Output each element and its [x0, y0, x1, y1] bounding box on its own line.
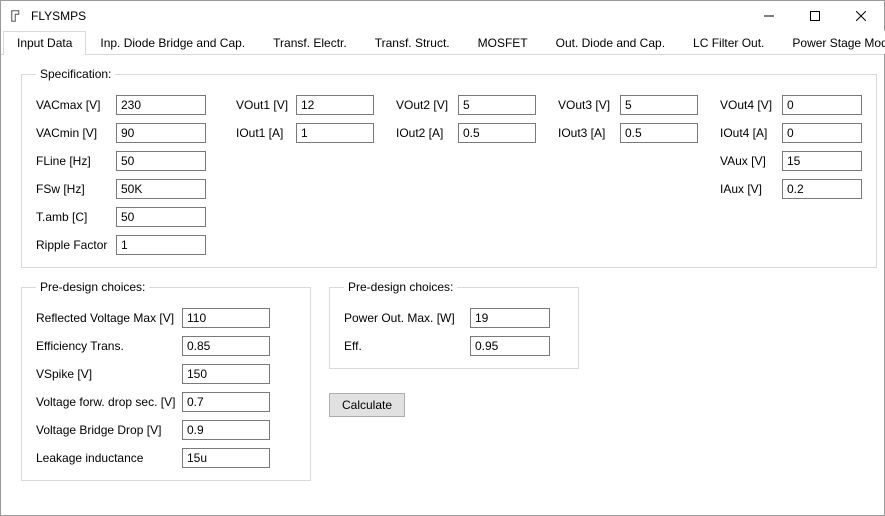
- tamb-input[interactable]: [116, 207, 206, 227]
- fline-input[interactable]: [116, 151, 206, 171]
- tab-diode-bridge[interactable]: Inp. Diode Bridge and Cap.: [86, 31, 259, 54]
- eff-trans-input[interactable]: [182, 336, 270, 356]
- pout-input[interactable]: [470, 308, 550, 328]
- vout1-label: VOut1 [V]: [236, 98, 290, 112]
- iout3-label: IOut3 [A]: [558, 126, 614, 140]
- leak-input[interactable]: [182, 448, 270, 468]
- app-window: FLYSMPS Input Data Inp. Diode Bridge and…: [0, 0, 885, 516]
- vaux-label: VAux [V]: [720, 154, 776, 168]
- iout1-input[interactable]: [296, 123, 374, 143]
- vbridge-input[interactable]: [182, 420, 270, 440]
- tab-content: Specification: VACmax [V] VOut1 [V] VOut…: [1, 55, 884, 515]
- tab-transf-struct[interactable]: Transf. Struct.: [361, 31, 464, 54]
- vaux-input[interactable]: [782, 151, 862, 171]
- fline-label: FLine [Hz]: [36, 154, 110, 168]
- vacmin-label: VACmin [V]: [36, 126, 110, 140]
- vout1-input[interactable]: [296, 95, 374, 115]
- vout3-input[interactable]: [620, 95, 698, 115]
- iout2-label: IOut2 [A]: [396, 126, 452, 140]
- vacmax-label: VACmax [V]: [36, 98, 110, 112]
- app-icon: [9, 8, 25, 24]
- predesign2-legend: Pre-design choices:: [344, 280, 457, 294]
- vfsec-input[interactable]: [182, 392, 270, 412]
- vfsec-label: Voltage forw. drop sec. [V]: [36, 395, 176, 409]
- vout4-input[interactable]: [782, 95, 862, 115]
- calculate-button[interactable]: Calculate: [329, 393, 405, 417]
- vacmin-input[interactable]: [116, 123, 206, 143]
- window-controls: [746, 1, 884, 31]
- vout3-label: VOut3 [V]: [558, 98, 614, 112]
- tab-input-data[interactable]: Input Data: [3, 31, 86, 54]
- fsw-input[interactable]: [116, 179, 206, 199]
- ripple-label: Ripple Factor: [36, 238, 110, 252]
- titlebar: FLYSMPS: [1, 1, 884, 31]
- predesign-group-2: Pre-design choices: Power Out. Max. [W] …: [329, 280, 579, 369]
- tab-transf-electr[interactable]: Transf. Electr.: [259, 31, 361, 54]
- vout2-input[interactable]: [458, 95, 536, 115]
- specification-legend: Specification:: [36, 67, 115, 81]
- minimize-button[interactable]: [746, 1, 792, 31]
- tamb-label: T.amb [C]: [36, 210, 110, 224]
- vout2-label: VOut2 [V]: [396, 98, 452, 112]
- vbridge-label: Voltage Bridge Drop [V]: [36, 423, 176, 437]
- tab-lc-filter[interactable]: LC Filter Out.: [679, 31, 778, 54]
- reflv-label: Reflected Voltage Max [V]: [36, 311, 176, 325]
- vspike-label: VSpike [V]: [36, 367, 176, 381]
- predesign-group-1: Pre-design choices: Reflected Voltage Ma…: [21, 280, 311, 481]
- tab-out-diode[interactable]: Out. Diode and Cap.: [542, 31, 679, 54]
- iout3-input[interactable]: [620, 123, 698, 143]
- tab-mosfet[interactable]: MOSFET: [464, 31, 542, 54]
- iout2-input[interactable]: [458, 123, 536, 143]
- eff2-label: Eff.: [344, 339, 464, 353]
- ripple-input[interactable]: [116, 235, 206, 255]
- iaux-input[interactable]: [782, 179, 862, 199]
- iout1-label: IOut1 [A]: [236, 126, 290, 140]
- eff-trans-label: Efficiency Trans.: [36, 339, 176, 353]
- leak-label: Leakage inductance: [36, 451, 176, 465]
- reflv-input[interactable]: [182, 308, 270, 328]
- tab-bar: Input Data Inp. Diode Bridge and Cap. Tr…: [1, 31, 884, 55]
- maximize-button[interactable]: [792, 1, 838, 31]
- iout4-input[interactable]: [782, 123, 862, 143]
- vspike-input[interactable]: [182, 364, 270, 384]
- app-title: FLYSMPS: [31, 9, 86, 23]
- eff2-input[interactable]: [470, 336, 550, 356]
- iaux-label: IAux [V]: [720, 182, 776, 196]
- vacmax-input[interactable]: [116, 95, 206, 115]
- tab-power-stage[interactable]: Power Stage Model: [778, 31, 885, 54]
- iout4-label: IOut4 [A]: [720, 126, 776, 140]
- vout4-label: VOut4 [V]: [720, 98, 776, 112]
- specification-group: Specification: VACmax [V] VOut1 [V] VOut…: [21, 67, 877, 268]
- close-button[interactable]: [838, 1, 884, 31]
- predesign1-legend: Pre-design choices:: [36, 280, 149, 294]
- pout-label: Power Out. Max. [W]: [344, 311, 464, 325]
- fsw-label: FSw [Hz]: [36, 182, 110, 196]
